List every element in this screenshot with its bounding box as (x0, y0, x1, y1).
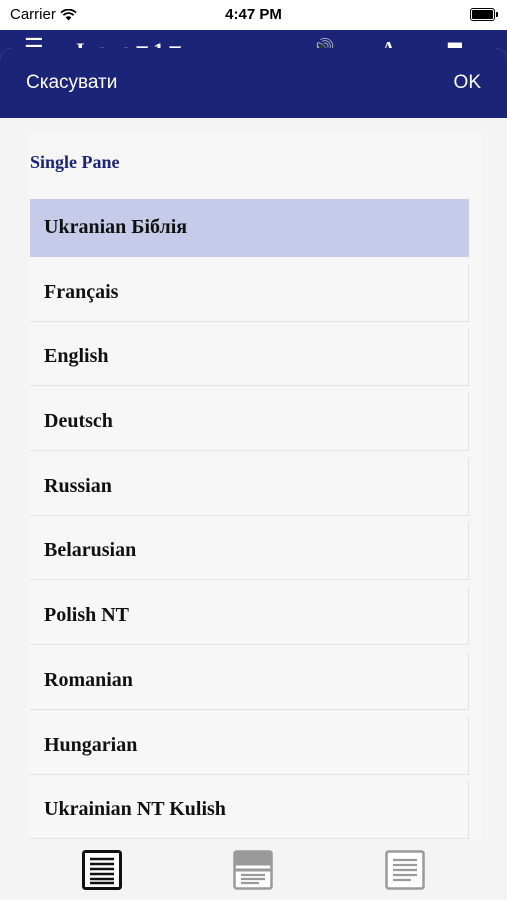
version-row[interactable]: Ukrainian NT Kulish (30, 781, 469, 840)
version-row[interactable]: Deutsch (30, 393, 469, 452)
version-row[interactable]: Russian (30, 457, 469, 516)
version-row[interactable]: Français (30, 263, 469, 322)
cancel-button[interactable]: Скасувати (26, 72, 117, 94)
version-label: English (44, 345, 109, 368)
version-label: Russian (44, 474, 112, 497)
version-label: Belarusian (44, 539, 137, 562)
pane-tab-bar (0, 840, 507, 900)
status-bar: Carrier 4:47 PM (0, 0, 507, 30)
clock: 4:47 PM (225, 6, 282, 23)
section-title: Single Pane (30, 152, 120, 172)
version-label: Hungarian (44, 733, 138, 756)
version-row[interactable]: Belarusian (30, 522, 469, 581)
version-row[interactable]: English (30, 328, 469, 387)
picker-nav-bar: Скасувати OK (0, 48, 507, 118)
version-picker-sheet: Скасувати OK Single Pane Ukranian Біблія… (0, 48, 507, 900)
version-row[interactable]: Hungarian (30, 716, 469, 775)
version-panel: Single Pane Ukranian Біблія Français Engli… (28, 132, 482, 840)
parallel-pane-icon (385, 850, 425, 890)
version-row[interactable]: Ukranian Біблія (30, 199, 469, 257)
version-label: Ukrainian NT Kulish (44, 798, 226, 821)
version-label: Ukranian Біблія (44, 216, 188, 238)
version-list: Ukranian Біблія Français English Deutsch Rus… (30, 199, 469, 846)
split-pane-icon (233, 850, 273, 890)
version-label: Polish NT (44, 604, 130, 627)
version-label: Deutsch (44, 410, 113, 433)
tab-single-pane[interactable] (82, 850, 122, 890)
version-label: Romanian (44, 668, 133, 691)
tab-split-pane[interactable] (233, 850, 273, 890)
version-row[interactable]: Romanian (30, 651, 469, 710)
tab-parallel-pane[interactable] (385, 850, 425, 890)
ok-button[interactable]: OK (454, 72, 481, 94)
version-label: Français (44, 280, 119, 303)
version-row[interactable]: Polish NT (30, 587, 469, 646)
single-pane-icon (82, 850, 122, 890)
battery-icon (470, 8, 498, 21)
